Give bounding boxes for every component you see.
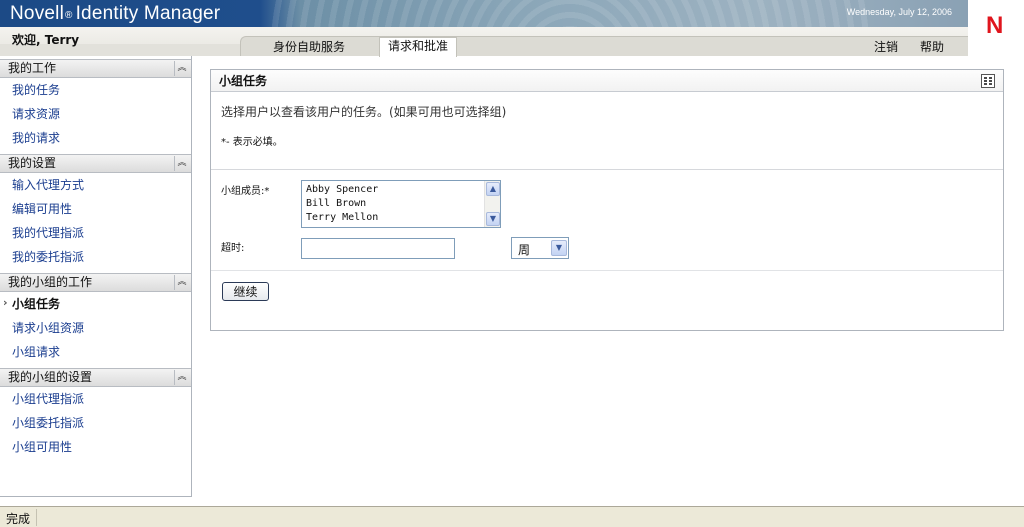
banner-decoration (270, 0, 870, 27)
sidebar-item-enter-proxy-mode[interactable]: 输入代理方式 (0, 173, 191, 197)
tab-identity-self-service[interactable]: 身份自助服务 (265, 39, 353, 57)
status-bar: 完成 (0, 506, 1024, 527)
continue-button[interactable]: 继续 (222, 282, 269, 301)
timeout-label: 超时: (221, 243, 245, 254)
logo-area: N (968, 0, 1024, 56)
divider (211, 169, 1003, 170)
sidebar-section-my-work[interactable]: 我的工作 ︽ (0, 59, 191, 78)
list-item[interactable]: Bill Brown (302, 197, 500, 211)
sidebar-section-my-settings[interactable]: 我的设置 ︽ (0, 154, 191, 173)
collapse-icon[interactable]: ︽ (174, 61, 189, 76)
panel-title: 小组任务 (211, 70, 1003, 92)
listbox-scrollbar[interactable]: ▲ ▼ (484, 181, 500, 227)
welcome-text: 欢迎, Terry (12, 33, 80, 47)
app-title: Novell® Identity Manager (10, 3, 220, 25)
status-cell (36, 509, 1024, 526)
tab-requests-and-approvals[interactable]: 请求和批准 (379, 37, 458, 57)
timeout-unit-select[interactable]: 周 ▼ (511, 237, 569, 259)
required-note: *- 表示必填。 (221, 137, 283, 148)
app-title-product: Identity Manager (75, 3, 221, 24)
team-members-label: 小组成员:* (221, 186, 270, 197)
sidebar-item-request-resources[interactable]: 请求资源 (0, 102, 191, 126)
tab-bar: 身份自助服务 请求和批准 注销 帮助 (240, 36, 968, 57)
banner: Novell® Identity Manager Wednesday, July … (0, 0, 968, 27)
sidebar-item-team-requests[interactable]: 小组请求 (0, 340, 191, 364)
sidebar-item-my-tasks[interactable]: 我的任务 (0, 78, 191, 102)
sidebar-item-team-availability[interactable]: 小组可用性 (0, 435, 191, 459)
list-item[interactable]: Terry Mellon (302, 211, 500, 225)
sidebar: 我的工作 ︽ 我的任务 请求资源 我的请求 我的设置 ︽ 输入代理方式 编辑可用… (0, 56, 192, 497)
section-title: 我的工作 (8, 61, 57, 75)
panel-title-text: 小组任务 (219, 74, 268, 88)
team-tasks-panel: 小组任务 选择用户以查看该用户的任务。(如果可用也可选择组) *- 表示必填。 … (210, 69, 1004, 331)
collapse-icon[interactable]: ︽ (174, 275, 189, 290)
sidebar-item-edit-availability[interactable]: 编辑可用性 (0, 197, 191, 221)
sidebar-section-team-settings[interactable]: 我的小组的设置 ︽ (0, 368, 191, 387)
collapse-icon[interactable]: ︽ (174, 156, 189, 171)
logout-link[interactable]: 注销 (866, 39, 906, 57)
section-title: 我的设置 (8, 156, 57, 170)
sidebar-section-team-work[interactable]: 我的小组的工作 ︽ (0, 273, 191, 292)
scroll-up-icon[interactable]: ▲ (486, 182, 500, 196)
divider (211, 270, 1003, 271)
collapse-icon[interactable]: ︽ (174, 370, 189, 385)
scroll-down-icon[interactable]: ▼ (486, 212, 500, 226)
sub-header-bar: 欢迎, Terry 身份自助服务 请求和批准 注销 帮助 (0, 27, 968, 57)
sidebar-item-my-proxy-assignments[interactable]: 我的代理指派 (0, 221, 191, 245)
timeout-input[interactable] (301, 238, 455, 259)
registered-mark: ® (65, 10, 73, 21)
status-text: 完成 (6, 512, 31, 526)
section-title: 我的小组的工作 (8, 275, 93, 289)
list-item[interactable]: Abby Spencer (302, 183, 500, 197)
sidebar-item-my-requests[interactable]: 我的请求 (0, 126, 191, 150)
sidebar-item-request-team-resources[interactable]: 请求小组资源 (0, 316, 191, 340)
team-members-listbox[interactable]: Abby Spencer Bill Brown Terry Mellon ▲ ▼ (301, 180, 501, 228)
sidebar-item-team-delegate-assignments[interactable]: 小组委托指派 (0, 411, 191, 435)
header-date: Wednesday, July 12, 2006 (846, 7, 952, 17)
sidebar-item-my-delegate-assignments[interactable]: 我的委托指派 (0, 245, 191, 269)
app-title-brand: Novell (10, 3, 64, 24)
help-link[interactable]: 帮助 (912, 39, 952, 57)
chevron-down-icon[interactable]: ▼ (551, 240, 567, 256)
sidebar-item-team-proxy-assignments[interactable]: 小组代理指派 (0, 387, 191, 411)
sidebar-item-team-tasks[interactable]: 小组任务 (0, 291, 191, 316)
panel-description: 选择用户以查看该用户的任务。(如果可用也可选择组) (221, 105, 507, 119)
app-header: Novell® Identity Manager Wednesday, July … (0, 0, 1024, 57)
section-title: 我的小组的设置 (8, 370, 93, 384)
customize-icon[interactable] (981, 74, 995, 88)
novell-logo-icon: N (986, 12, 1004, 39)
unit-selected-value: 周 (518, 243, 531, 257)
